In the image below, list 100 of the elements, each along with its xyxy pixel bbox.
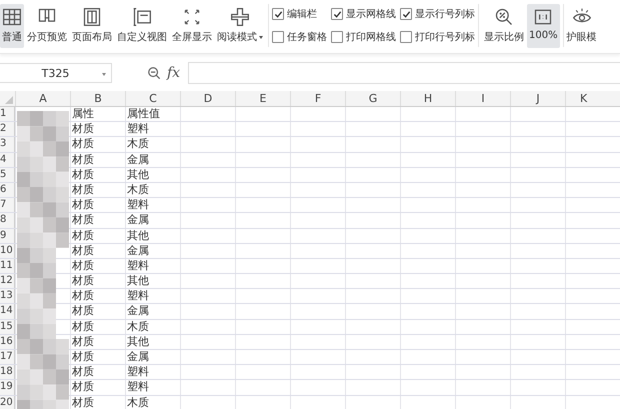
table-cell: 金属 (127, 244, 149, 257)
table-cell: 属性值 (127, 107, 160, 120)
row-header[interactable]: 1 (0, 107, 15, 122)
view-button[interactable]: 页面布局 (70, 4, 114, 48)
table-cell: 其他 (127, 274, 149, 288)
checkbox[interactable]: 显示行号列标 (400, 7, 475, 21)
table-cell: 材质 (72, 334, 94, 348)
checkbox[interactable]: 打印行号列标 (400, 30, 475, 44)
view-button[interactable]: 全屏显示 (170, 4, 214, 48)
row-header[interactable]: 4 (0, 152, 15, 167)
table-cell: 材质 (72, 182, 94, 196)
table-cell: 材质 (72, 320, 94, 333)
zoom-button[interactable]: 100% (527, 4, 560, 48)
table-cell: 材质 (72, 304, 94, 318)
column-header[interactable]: C (125, 91, 180, 106)
view-button[interactable]: 分页预览 (25, 4, 69, 48)
row-header[interactable]: 16 (0, 334, 15, 349)
column-header[interactable]: A (15, 91, 70, 106)
row-header[interactable]: 13 (0, 289, 15, 304)
grid-icon (2, 7, 22, 27)
table-cell: 材质 (72, 365, 94, 378)
row-header[interactable]: 11 (0, 258, 15, 274)
view-button[interactable]: 阅读模式 (215, 4, 265, 48)
table-cell: 其他 (127, 334, 149, 348)
table-cell: 金属 (127, 350, 149, 363)
table-cell: 金属 (127, 304, 149, 318)
table-cell: 材质 (72, 380, 94, 394)
row-header[interactable]: 10 (0, 244, 15, 258)
table-cell: 其他 (127, 228, 149, 242)
table-cell: 塑料 (127, 380, 149, 394)
column-header[interactable]: G (345, 91, 400, 106)
table-cell: 材质 (72, 350, 94, 363)
column-header[interactable]: B (70, 91, 125, 106)
row-header[interactable]: 5 (0, 168, 15, 182)
table-cell: 材质 (72, 152, 94, 166)
row-header[interactable]: 19 (0, 380, 15, 395)
name-box[interactable]: T325 (0, 63, 112, 83)
column-header[interactable]: D (180, 91, 235, 106)
row-header[interactable]: 15 (0, 320, 15, 334)
table-cell: 木质 (127, 320, 149, 333)
row-header[interactable]: 6 (0, 182, 15, 198)
function-button[interactable]: fx (167, 65, 180, 81)
table-cell: 塑料 (127, 289, 149, 302)
zoom-icon[interactable] (147, 66, 161, 80)
cross-icon (230, 7, 250, 27)
table-cell: 木质 (127, 396, 149, 409)
fullscreen-icon (182, 7, 202, 27)
table-cell: 金属 (127, 213, 149, 226)
table-cell: 其他 (127, 168, 149, 181)
custom-view-icon (132, 7, 152, 27)
table-cell: 材质 (72, 396, 94, 409)
column-header[interactable]: H (400, 91, 455, 106)
view-button[interactable]: 自定义视图 (115, 4, 169, 48)
page-layout-icon (82, 7, 102, 27)
table-cell: 塑料 (127, 198, 149, 212)
table-cell: 属性 (72, 107, 94, 120)
column-header[interactable]: J (510, 91, 565, 106)
zoom-icon (494, 7, 514, 27)
row-header[interactable]: 7 (0, 198, 15, 212)
column-header[interactable]: F (290, 91, 345, 106)
column-header[interactable]: E (235, 91, 290, 106)
table-cell: 材质 (72, 168, 94, 181)
table-cell: 塑料 (127, 365, 149, 378)
row-header[interactable]: 8 (0, 213, 15, 228)
table-cell: 材质 (72, 274, 94, 288)
row-header[interactable]: 18 (0, 365, 15, 380)
check-icon (274, 10, 282, 18)
table-cell: 材质 (72, 244, 94, 257)
table-cell: 材质 (72, 213, 94, 226)
check-icon (402, 10, 410, 18)
check-icon (332, 10, 342, 18)
view-button[interactable]: 普通 (0, 4, 24, 48)
row-header[interactable]: 2 (0, 122, 15, 136)
table-cell: 材质 (72, 198, 94, 212)
column-header[interactable]: K (565, 91, 620, 106)
row-header[interactable]: 20 (0, 396, 15, 409)
checkbox[interactable]: 显示网格线 (331, 7, 396, 21)
checkbox[interactable]: 编辑栏 (272, 7, 327, 21)
checkbox[interactable]: 打印网格线 (331, 30, 396, 44)
zoom-button[interactable]: 显示比例 (482, 4, 526, 48)
table-cell: 金属 (127, 152, 149, 166)
checkbox[interactable]: 任务窗格 (272, 30, 327, 44)
row-header[interactable]: 17 (0, 350, 15, 364)
row-header[interactable]: 9 (0, 228, 15, 243)
table-cell: 材质 (72, 122, 94, 136)
table-cell: 塑料 (127, 122, 149, 136)
actual-size-icon (533, 7, 554, 27)
dropdown-icon (102, 73, 106, 76)
table-cell: 材质 (72, 137, 94, 150)
table-cell: 塑料 (127, 258, 149, 272)
table-cell: 木质 (127, 182, 149, 196)
table-cell: 材质 (72, 258, 94, 272)
column-header[interactable]: I (455, 91, 510, 106)
formula-input[interactable] (188, 62, 620, 84)
row-header[interactable]: 3 (0, 137, 15, 152)
row-header[interactable]: 12 (0, 274, 15, 288)
eye-protection-button[interactable]: 护眼模 (566, 4, 597, 48)
table-cell: 木质 (127, 137, 149, 150)
row-header[interactable]: 14 (0, 304, 15, 319)
select-all-icon[interactable] (5, 96, 13, 104)
